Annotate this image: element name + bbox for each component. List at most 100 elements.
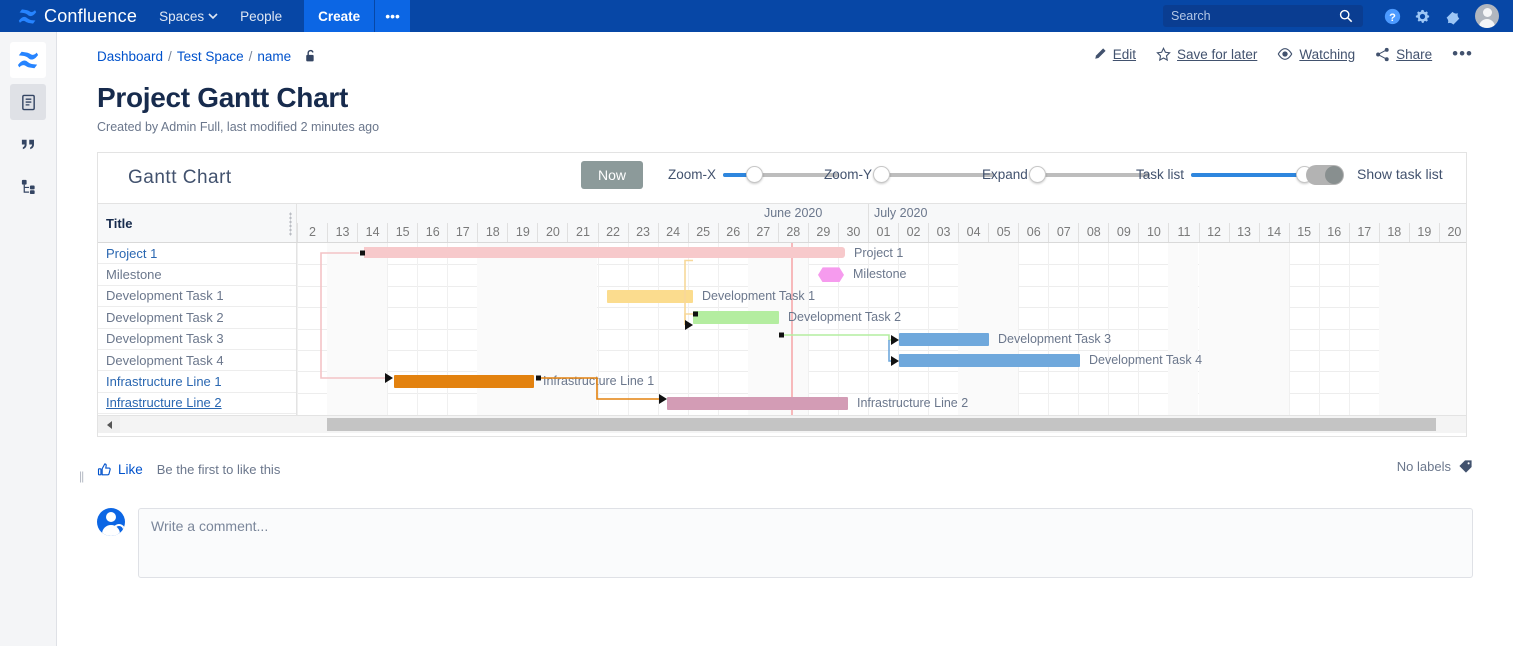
edit-action[interactable]: Edit <box>1093 47 1136 62</box>
grid-line-horizontal <box>297 264 1466 266</box>
search-box[interactable] <box>1163 5 1363 27</box>
zoom-y-slider[interactable] <box>873 165 995 183</box>
page-resize-grip[interactable]: || <box>79 469 84 483</box>
task-row-8[interactable]: Infrastructure Line 2 <box>98 393 296 415</box>
sidebar-item-page-tree[interactable] <box>10 168 46 204</box>
bar-dev-task-2[interactable] <box>693 311 779 325</box>
bar-project-1[interactable] <box>364 247 845 258</box>
sidebar-space-logo[interactable] <box>10 42 46 78</box>
date-tick: 01 <box>867 223 898 242</box>
space-logo-icon <box>17 51 39 69</box>
star-icon <box>1156 46 1171 61</box>
show-task-list-toggle[interactable] <box>1306 165 1344 185</box>
date-tick: 28 <box>777 223 808 242</box>
page-content: Dashboard / Test Space / name Edit Save … <box>57 32 1513 646</box>
save-for-later-action[interactable]: Save for later <box>1156 47 1257 62</box>
grid-line-vertical <box>1048 243 1050 415</box>
page-tree-icon <box>21 179 35 194</box>
task-title-column: Project 1 Milestone Development Task 1 Deve… <box>98 243 297 415</box>
scroll-left-button[interactable] <box>98 416 120 433</box>
expand-slider[interactable] <box>1028 165 1150 183</box>
date-tick: 20 <box>1438 223 1466 242</box>
watching-action[interactable]: Watching <box>1277 47 1355 62</box>
task-row-2[interactable]: Milestone <box>98 264 296 286</box>
dependency-arrow-head <box>659 394 667 404</box>
task-row-label: Infrastructure Line 1 <box>106 374 222 390</box>
tag-icon[interactable] <box>1458 459 1473 474</box>
month-row: June 2020 July 2020 <box>297 204 1466 242</box>
task-row-5[interactable]: Development Task 3 <box>98 329 296 350</box>
zoom-x-slider[interactable] <box>723 165 839 183</box>
search-input[interactable] <box>1169 8 1339 24</box>
bar-milestone[interactable] <box>818 267 844 283</box>
date-tick: 17 <box>447 223 477 242</box>
task-row-1[interactable]: Project 1 <box>98 243 296 265</box>
sidebar-item-blog[interactable] <box>10 126 46 162</box>
page-actions: Edit Save for later Watching Share ••• <box>1093 44 1473 64</box>
like-button[interactable]: Like <box>97 462 143 477</box>
date-tick: 15 <box>1288 223 1319 242</box>
bar-dev-task-1[interactable] <box>607 289 693 303</box>
labels-area[interactable]: No labels <box>1397 459 1473 474</box>
date-tick: 20 <box>537 223 567 242</box>
date-tick: 2 <box>297 223 327 242</box>
breadcrumb-item-test-space[interactable]: Test Space <box>177 49 244 64</box>
zoom-y-knob[interactable] <box>873 165 891 183</box>
bar-dev-task-4[interactable] <box>899 354 1080 367</box>
bar-dev-task-3[interactable] <box>899 332 989 346</box>
bar-infra-1[interactable] <box>394 375 534 389</box>
weekend-shade <box>1378 243 1409 415</box>
task-row-7[interactable]: Infrastructure Line 1 <box>98 371 296 393</box>
help-icon[interactable]: ? <box>1377 0 1407 32</box>
gantt-body: Project 1 Milestone Development Task 1 Deve… <box>98 243 1466 415</box>
date-tick: 05 <box>988 223 1018 242</box>
create-button[interactable]: Create <box>304 0 375 32</box>
page-title: Project Gantt Chart <box>97 82 349 113</box>
breadcrumb-item-dashboard[interactable]: Dashboard <box>97 49 163 64</box>
weekend-shade <box>357 243 388 415</box>
task-list-slider[interactable] <box>1191 165 1314 183</box>
task-row-3[interactable]: Development Task 1 <box>98 286 296 308</box>
page-metadata: Created by Admin Full, last modified 2 m… <box>97 120 380 134</box>
breadcrumb-item-name[interactable]: name <box>257 49 291 64</box>
sidebar-item-pages[interactable] <box>10 84 46 120</box>
confluence-brand[interactable]: Confluence <box>18 6 137 27</box>
task-row-4[interactable]: Development Task 2 <box>98 307 296 329</box>
top-navigation-bar: Confluence Spaces People Create ••• ? <box>0 0 1513 32</box>
title-column-header: Title <box>98 204 297 242</box>
gantt-plot-area[interactable]: Project 1 Milestone Development Task 1 Deve… <box>297 243 1466 415</box>
create-more-button[interactable]: ••• <box>374 0 410 32</box>
zoom-y-slider-group: Zoom-Y <box>824 165 995 183</box>
comment-input[interactable]: Write a comment... <box>138 508 1473 578</box>
search-icon[interactable] <box>1339 9 1353 23</box>
task-row-6[interactable]: Development Task 4 <box>98 350 296 372</box>
grid-line-vertical <box>597 243 599 415</box>
date-tick: 13 <box>1228 223 1259 242</box>
date-tick: 02 <box>898 223 928 242</box>
share-action[interactable]: Share <box>1375 47 1432 62</box>
date-tick: 07 <box>1048 223 1078 242</box>
date-tick: 26 <box>717 223 748 242</box>
profile-avatar[interactable] <box>1475 4 1499 28</box>
nav-item-people[interactable]: People <box>240 9 282 24</box>
scrollbar-thumb[interactable] <box>327 418 1436 431</box>
settings-gear-icon[interactable] <box>1407 0 1437 32</box>
zoom-x-knob[interactable] <box>746 165 764 183</box>
zoom-x-slider-group: Zoom-X <box>668 165 839 183</box>
now-button[interactable]: Now <box>581 161 644 189</box>
expand-knob[interactable] <box>1028 165 1046 183</box>
column-resize-grip[interactable] <box>289 212 292 236</box>
dependency-link <box>684 313 693 325</box>
bar-infra-2[interactable] <box>667 396 848 410</box>
notifications-bell-icon[interactable] <box>1437 0 1467 32</box>
more-actions-button[interactable]: ••• <box>1452 44 1473 64</box>
grid-line-vertical <box>1288 243 1290 415</box>
grid-line-vertical <box>1348 243 1350 415</box>
unlocked-padlock-icon[interactable] <box>304 49 317 63</box>
zoom-y-label: Zoom-Y <box>824 167 873 182</box>
zoom-x-label: Zoom-X <box>668 167 717 182</box>
gantt-horizontal-scrollbar[interactable] <box>98 415 1466 433</box>
bar-infra-2-label: Infrastructure Line 2 <box>857 395 969 410</box>
nav-item-spaces[interactable]: Spaces <box>159 9 218 24</box>
labels-text: No labels <box>1396 459 1451 474</box>
